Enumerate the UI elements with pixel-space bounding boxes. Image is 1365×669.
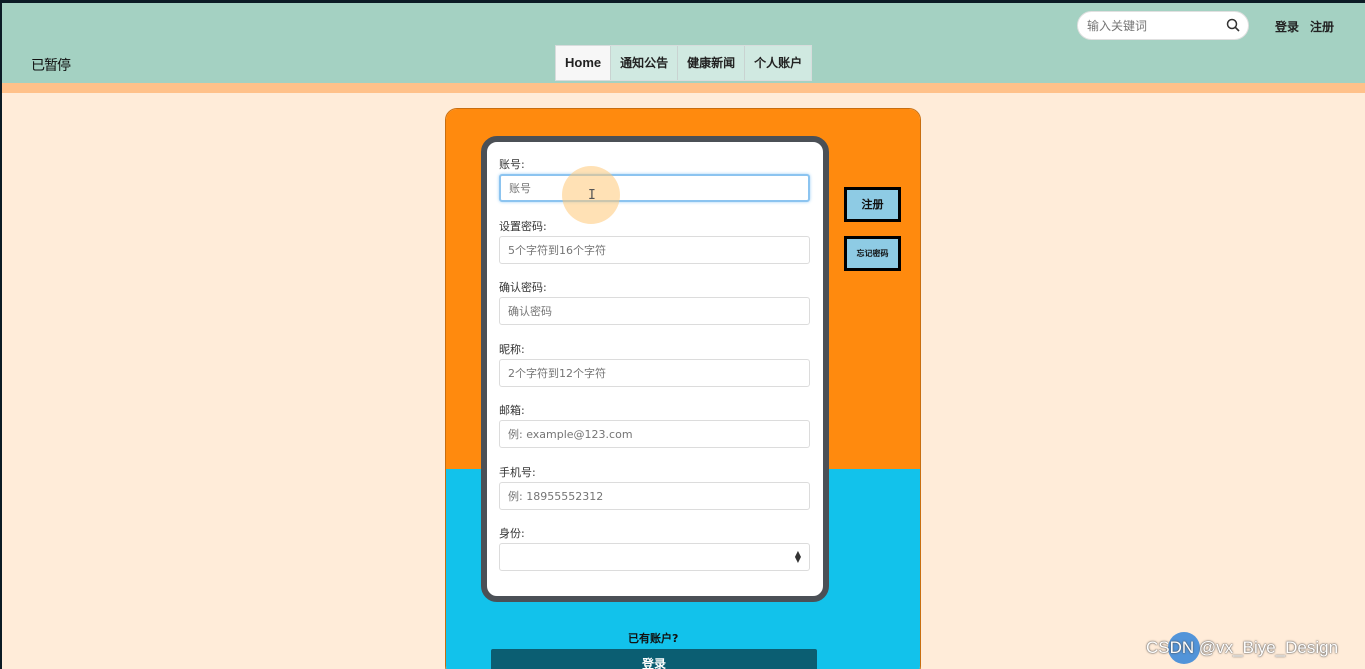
- main-nav: Home 通知公告 健康新闻 个人账户: [555, 45, 813, 81]
- phone-label: 手机号:: [499, 466, 536, 479]
- phone-input[interactable]: [499, 482, 810, 510]
- nickname-field-group: 昵称:: [499, 341, 810, 387]
- login-link[interactable]: 登录: [1275, 18, 1299, 35]
- password-label: 设置密码:: [499, 220, 547, 233]
- nav-item-notices[interactable]: 通知公告: [611, 46, 679, 80]
- phone-field-group: 手机号:: [499, 464, 810, 510]
- email-field-group: 邮箱:: [499, 402, 810, 448]
- search-box[interactable]: [1077, 11, 1249, 40]
- text-cursor-icon: I: [588, 188, 596, 203]
- window-left-border: [0, 0, 2, 669]
- forgot-password-button[interactable]: 忘记密码: [844, 236, 901, 271]
- login-button[interactable]: 登录: [491, 649, 817, 669]
- confirm-password-input[interactable]: [499, 297, 810, 325]
- have-account-text: 已有账户?: [628, 632, 679, 645]
- watermark-text: CSDN @vx_Biye_Design: [1146, 638, 1339, 657]
- select-arrows-icon: ▲ ▼: [794, 549, 801, 564]
- confirm-field-group: 确认密码:: [499, 279, 810, 325]
- paused-label: 已暂停: [31, 58, 71, 74]
- email-label: 邮箱:: [499, 404, 525, 417]
- account-field-group: 账号:: [499, 156, 810, 202]
- account-input[interactable]: [499, 174, 810, 202]
- nav-item-home[interactable]: Home: [556, 46, 612, 80]
- search-input[interactable]: [1087, 16, 1222, 36]
- identity-field-group: 身份: ▲ ▼: [499, 525, 810, 571]
- password-field-group: 设置密码:: [499, 218, 810, 264]
- search-icon[interactable]: [1226, 18, 1240, 32]
- nickname-label: 昵称:: [499, 343, 525, 356]
- account-label: 账号:: [499, 158, 525, 171]
- confirm-label: 确认密码:: [499, 281, 547, 294]
- nav-item-health-news[interactable]: 健康新闻: [678, 46, 746, 80]
- password-input[interactable]: [499, 236, 810, 264]
- nickname-input[interactable]: [499, 359, 810, 387]
- nav-item-account[interactable]: 个人账户: [745, 46, 812, 80]
- register-button[interactable]: 注册: [844, 187, 901, 222]
- email-input[interactable]: [499, 420, 810, 448]
- identity-label: 身份:: [499, 527, 525, 540]
- register-link[interactable]: 注册: [1310, 18, 1334, 35]
- identity-select[interactable]: ▲ ▼: [499, 543, 810, 571]
- register-form: 账号: 设置密码: 确认密码: 昵称: 邮箱: 手机号: 身份: ▲▼: [481, 136, 829, 602]
- header-stripe: [2, 83, 1365, 93]
